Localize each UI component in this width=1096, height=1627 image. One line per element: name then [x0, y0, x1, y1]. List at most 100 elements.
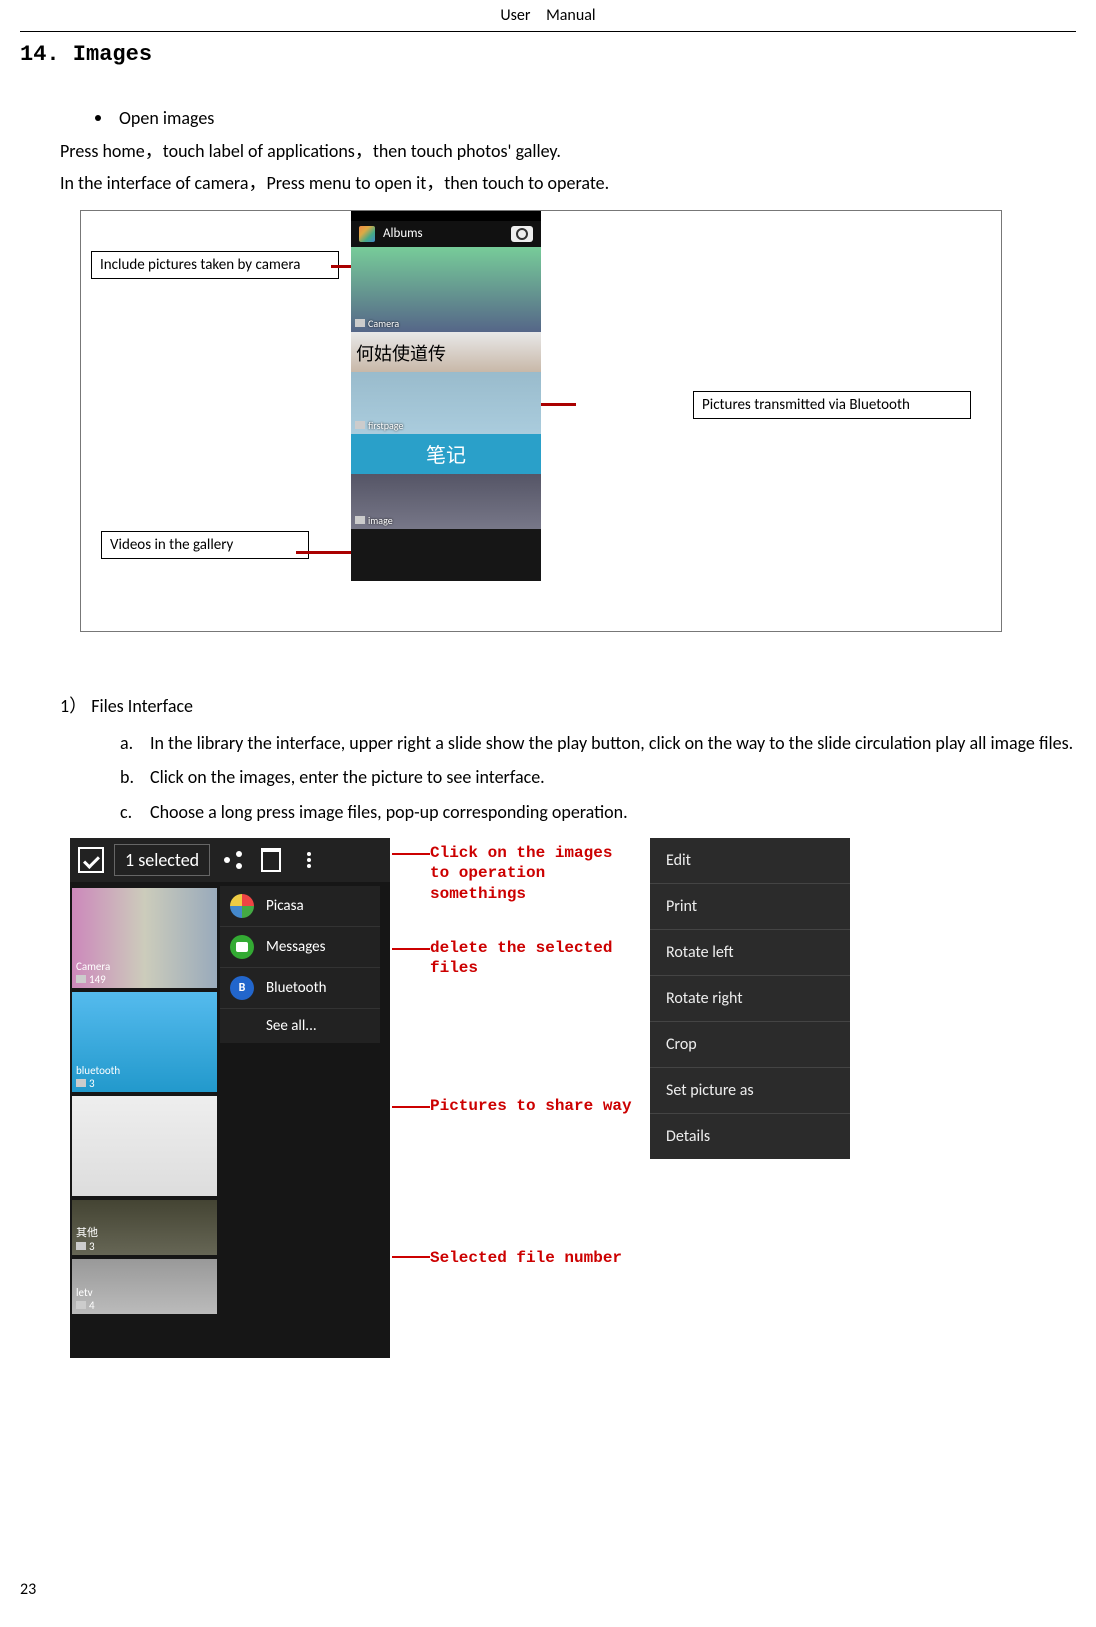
cell-label: 其他: [76, 1226, 98, 1239]
ctx-set-as[interactable]: Set picture as: [650, 1068, 850, 1114]
cell-count: 4: [89, 1299, 95, 1312]
subheading-files-interface: 1） Files Interface: [60, 692, 1076, 718]
share-messages[interactable]: Messages: [220, 926, 380, 967]
albums-titlebar: Albums: [351, 221, 541, 247]
folder-icon: [355, 516, 365, 524]
album-cell-doc[interactable]: [72, 1096, 217, 1196]
album-cell-other[interactable]: 其他3: [72, 1200, 217, 1255]
cell-label: bluetooth: [76, 1064, 120, 1077]
bluetooth-icon: [230, 976, 254, 1000]
folder-icon: [355, 421, 365, 429]
paragraph-1: Press home，touch label of applications，t…: [60, 135, 1076, 167]
callout-line: [296, 551, 351, 554]
share-picasa[interactable]: Picasa: [220, 886, 380, 926]
ctx-crop[interactable]: Crop: [650, 1022, 850, 1068]
annotation-line: [392, 948, 430, 950]
folder-icon: [76, 1242, 86, 1250]
album-image[interactable]: image: [351, 474, 541, 529]
gallery-icon: [359, 226, 375, 242]
list-item-c: c. Choose a long press image files, pop-…: [120, 797, 1076, 828]
list-item-a: a. In the library the interface, upper r…: [120, 728, 1076, 759]
folder-icon: [76, 975, 86, 983]
callout-bluetooth-pictures: Pictures transmitted via Bluetooth: [693, 391, 971, 419]
ctx-edit[interactable]: Edit: [650, 838, 850, 884]
menu-label: Picasa: [266, 897, 304, 915]
annotation-delete: delete the selected files: [430, 938, 630, 980]
bullet-text: Open images: [119, 107, 214, 129]
album-firstpage[interactable]: firstpage: [351, 372, 541, 434]
ctx-rotate-right[interactable]: Rotate right: [650, 976, 850, 1022]
share-menu: Picasa Messages Bluetooth See all...: [220, 886, 380, 1043]
check-icon[interactable]: [78, 847, 104, 873]
albums-title: Albums: [383, 226, 423, 241]
messages-icon: [230, 935, 254, 959]
annotation-share: Pictures to share way: [430, 1096, 640, 1117]
album-cell-camera[interactable]: Camera149: [72, 888, 217, 988]
album-thumbnail: 笔记: [351, 434, 541, 474]
camera-icon[interactable]: [511, 226, 533, 242]
album-label: firstpage: [355, 419, 403, 432]
list-letter: b.: [120, 762, 150, 793]
paragraph-2: In the interface of camera，Press menu to…: [60, 167, 1076, 199]
annotation-selected-number: Selected file number: [430, 1248, 680, 1269]
album-label: image: [355, 514, 393, 527]
more-button[interactable]: [294, 845, 324, 875]
annotation-operate: Click on the images to operation somethi…: [430, 843, 630, 905]
phone-screenshot-selection: 1 selected Camera149 bluetooth3: [70, 838, 390, 1358]
share-button[interactable]: [218, 845, 248, 875]
ctx-print[interactable]: Print: [650, 884, 850, 930]
menu-label: See all...: [266, 1017, 317, 1035]
figure-selection: 1 selected Camera149 bluetooth3: [70, 838, 990, 1358]
share-icon: [224, 851, 242, 869]
callout-line: [541, 403, 576, 406]
share-seeall[interactable]: See all...: [220, 1008, 380, 1043]
annotation-line: [392, 1106, 430, 1108]
callout-line: [331, 265, 351, 268]
album-label: Camera: [355, 317, 399, 330]
page-header: User Manual: [20, 0, 1076, 25]
selection-topbar: 1 selected: [70, 838, 390, 882]
album-cell-bluetooth[interactable]: bluetooth3: [72, 992, 217, 1092]
cell-label: Camera: [76, 960, 110, 973]
trash-icon: [261, 848, 281, 872]
phone-screenshot-albums: Albums Camera 何姑使道传 firstpage 笔记 image: [351, 211, 541, 581]
list-text: In the library the interface, upper righ…: [150, 728, 1073, 759]
annotation-line: [392, 1256, 430, 1258]
folder-icon: [355, 319, 365, 327]
cell-count: 3: [89, 1077, 95, 1090]
list-letter: a.: [120, 728, 150, 759]
figure-albums: Albums Camera 何姑使道传 firstpage 笔记 image: [80, 210, 1002, 632]
cell-count: 3: [89, 1240, 95, 1253]
status-bar: [351, 211, 541, 221]
picasa-icon: [230, 894, 254, 918]
context-menu: Edit Print Rotate left Rotate right Crop…: [650, 838, 850, 1159]
album-2[interactable]: 何姑使道传: [351, 332, 541, 372]
folder-icon: [76, 1079, 86, 1087]
menu-label: Messages: [266, 938, 325, 956]
list-item-b: b. Click on the images, enter the pictur…: [120, 762, 1076, 793]
list-text: Choose a long press image files, pop-up …: [150, 797, 628, 828]
album-cell-letv[interactable]: letv4: [72, 1259, 217, 1314]
selected-count[interactable]: 1 selected: [114, 844, 210, 876]
folder-icon: [76, 1301, 86, 1309]
menu-label: Bluetooth: [266, 979, 326, 997]
more-icon: [302, 858, 316, 862]
list-letter: c.: [120, 797, 150, 828]
page-number: 23: [20, 1580, 36, 1599]
delete-button[interactable]: [256, 845, 286, 875]
share-bluetooth[interactable]: Bluetooth: [220, 967, 380, 1008]
cell-count: 149: [89, 973, 106, 986]
ctx-rotate-left[interactable]: Rotate left: [650, 930, 850, 976]
callout-camera-pictures: Include pictures taken by camera: [91, 251, 339, 279]
section-heading: 14. Images: [20, 42, 1076, 67]
header-rule: [20, 31, 1076, 32]
list-text: Click on the images, enter the picture t…: [150, 762, 545, 793]
annotation-line: [392, 853, 430, 855]
album-camera[interactable]: Camera: [351, 247, 541, 332]
bullet-open-images: Open images: [95, 107, 1076, 129]
ctx-details[interactable]: Details: [650, 1114, 850, 1159]
cell-label: letv: [76, 1286, 93, 1299]
album-notes[interactable]: 笔记: [351, 434, 541, 474]
bullet-dot: [95, 115, 101, 121]
callout-videos: Videos in the gallery: [101, 531, 309, 559]
